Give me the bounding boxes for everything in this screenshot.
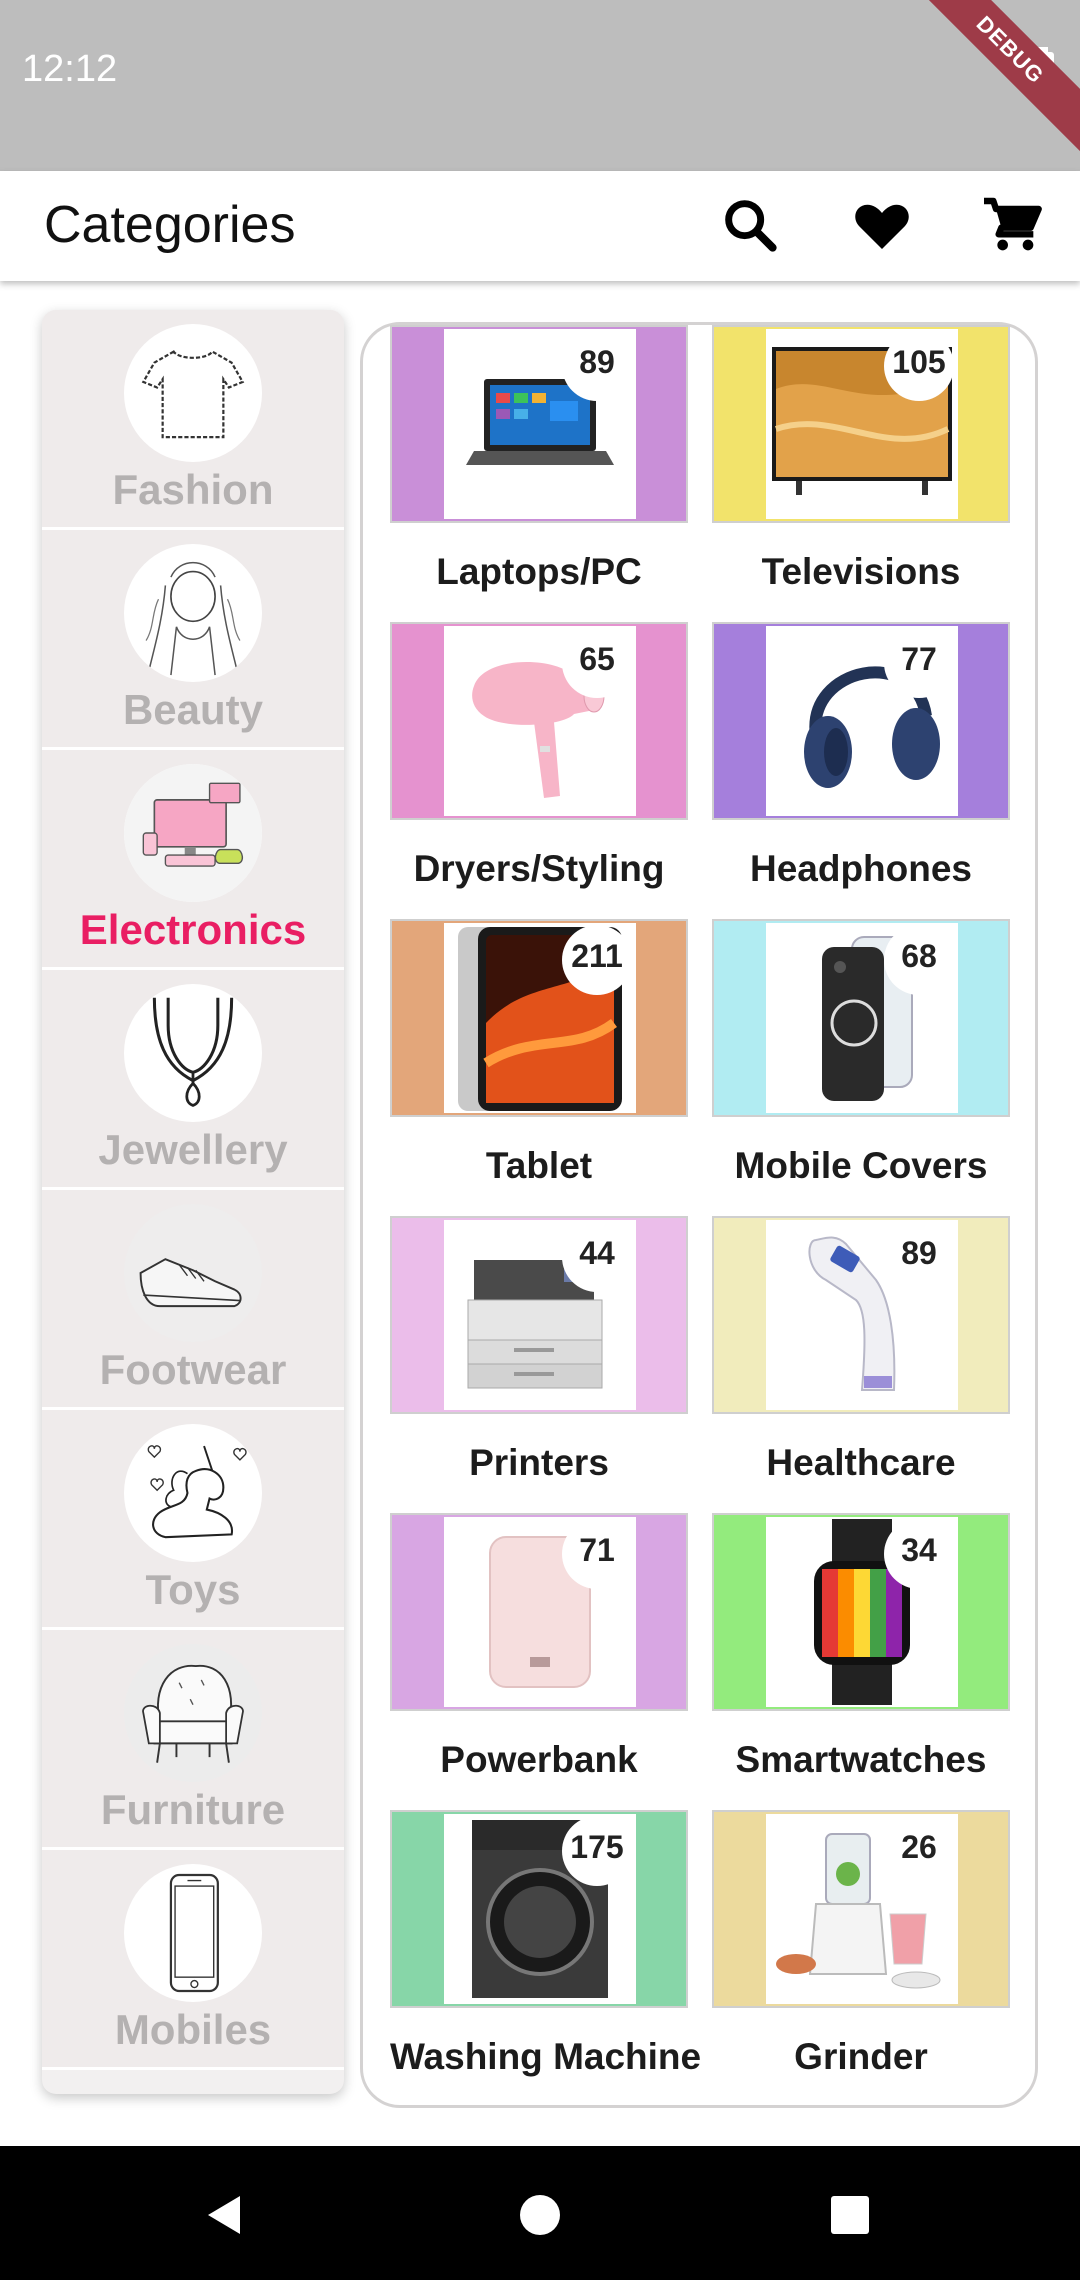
armchair-icon [124, 1644, 262, 1782]
shoe-icon [124, 1204, 262, 1342]
heart-icon[interactable] [850, 193, 914, 257]
sidebar-item-mobiles[interactable]: Mobiles [42, 1850, 344, 2070]
card-tile: 211 [390, 919, 688, 1117]
category-card-healthcare[interactable]: 89 Healthcare [712, 1216, 1010, 1484]
card-label: Powerbank [440, 1739, 638, 1780]
card-tile: 105 [712, 325, 1010, 523]
sidebar-item-furniture[interactable]: Furniture [42, 1630, 344, 1850]
card-label: Grinder [794, 2036, 928, 2077]
status-time: 12:12 [22, 48, 118, 90]
category-sidebar: Fashion Beauty Electronics Jewellery Foo… [42, 310, 344, 2094]
sidebar-item-toys[interactable]: Toys [42, 1410, 344, 1630]
sidebar-item-label: Jewellery [98, 1126, 288, 1173]
card-tile: 34 [712, 1513, 1010, 1711]
subcategory-grid: 89 Laptops/PC 105 Televisions 65 Dryers/… [360, 322, 1038, 2108]
category-card-smartwatches[interactable]: 34 Smartwatches [712, 1513, 1010, 1781]
category-card-dryers-styling[interactable]: 65 Dryers/Styling [390, 622, 688, 890]
page-title: Categories [44, 196, 296, 254]
count-badge: 44 [562, 1222, 632, 1292]
category-card-laptops[interactable]: 89 Laptops/PC [390, 325, 688, 593]
sidebar-item-label: Electronics [79, 906, 307, 953]
card-tile: 89 [390, 325, 688, 523]
card-label: Washing Machine [390, 2036, 702, 2077]
card-tile: 77 [712, 622, 1010, 820]
card-label: Tablet [485, 1145, 593, 1186]
count-badge: 89 [562, 331, 632, 401]
card-label: Healthcare [766, 1442, 956, 1483]
unicorn-icon [124, 1424, 262, 1562]
recents-icon[interactable] [815, 2180, 885, 2250]
card-tile: 26 [712, 1810, 1010, 2008]
sidebar-item-label: Beauty [122, 686, 264, 733]
card-tile: 89 [712, 1216, 1010, 1414]
category-card-washing-machine[interactable]: 175 Washing Machine [390, 1810, 702, 2078]
count-badge: 211 [562, 925, 632, 995]
count-badge: 26 [884, 1816, 954, 1886]
sidebar-item-label: Mobiles [114, 2006, 272, 2053]
devices-icon [124, 764, 262, 902]
count-badge: 34 [884, 1519, 954, 1589]
category-card-printers[interactable]: 44 Printers [390, 1216, 688, 1484]
card-tile: 175 [390, 1810, 688, 2008]
category-card-headphones[interactable]: 77 Headphones [712, 622, 1010, 890]
card-label: Televisions [761, 551, 961, 592]
card-tile: 44 [390, 1216, 688, 1414]
count-badge: 68 [884, 925, 954, 995]
sidebar-item-jewellery[interactable]: Jewellery [42, 970, 344, 1190]
count-badge: 89 [884, 1222, 954, 1292]
cart-icon[interactable] [980, 193, 1044, 257]
system-nav-bar [0, 2146, 1080, 2280]
card-label: Smartwatches [735, 1739, 987, 1780]
app-bar: Categories [0, 171, 1080, 281]
sidebar-item-label: Fashion [112, 466, 274, 513]
count-badge: 65 [562, 628, 632, 698]
count-badge: 77 [884, 628, 954, 698]
card-tile: 65 [390, 622, 688, 820]
category-card-grinder[interactable]: 26 Grinder [712, 1810, 1010, 2078]
home-icon[interactable] [505, 2180, 575, 2250]
card-tile: 68 [712, 919, 1010, 1117]
category-card-tablet[interactable]: 211 Tablet [390, 919, 688, 1187]
search-icon[interactable] [718, 193, 782, 257]
status-bar: 12:12 [0, 0, 1080, 171]
count-badge: 71 [562, 1519, 632, 1589]
count-badge: 175 [562, 1816, 632, 1886]
phone-icon [124, 1864, 262, 2002]
card-label: Headphones [749, 848, 973, 889]
sidebar-item-beauty[interactable]: Beauty [42, 530, 344, 750]
back-icon[interactable] [190, 2180, 260, 2250]
card-label: Laptops/PC [436, 551, 642, 592]
card-tile: 71 [390, 1513, 688, 1711]
sidebar-item-fashion[interactable]: Fashion [42, 310, 344, 530]
count-badge: 105 [884, 331, 954, 401]
card-label: Printers [469, 1442, 609, 1483]
card-label: Dryers/Styling [413, 848, 665, 889]
necklace-icon [124, 984, 262, 1122]
card-label: Mobile Covers [734, 1145, 988, 1186]
sidebar-item-electronics[interactable]: Electronics [42, 750, 344, 970]
beauty-sketch-icon [124, 544, 262, 682]
sidebar-item-footwear[interactable]: Footwear [42, 1190, 344, 1410]
category-card-televisions[interactable]: 105 Televisions [712, 325, 1010, 593]
sidebar-item-label: Furniture [100, 1786, 286, 1833]
category-card-powerbank[interactable]: 71 Powerbank [390, 1513, 688, 1781]
tshirt-icon [124, 324, 262, 462]
category-card-mobile-covers[interactable]: 68 Mobile Covers [712, 919, 1010, 1187]
sidebar-item-label: Toys [145, 1566, 241, 1613]
sidebar-item-label: Footwear [99, 1346, 287, 1393]
